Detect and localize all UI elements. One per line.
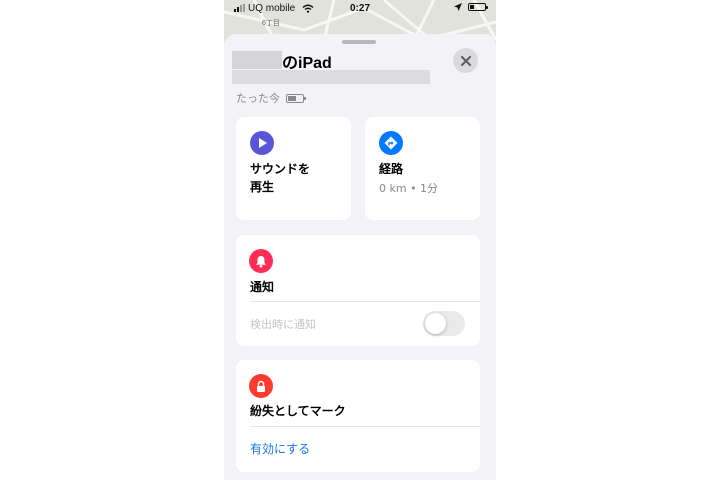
redacted-location <box>232 70 430 84</box>
last-seen-row: たった今 <box>236 90 306 106</box>
play-sound-label-line2: 再生 <box>250 180 275 194</box>
close-button[interactable] <box>453 48 478 73</box>
play-sound-card[interactable]: サウンドを 再生 <box>236 117 351 220</box>
lock-icon <box>249 374 273 398</box>
location-arrow-icon <box>454 3 462 11</box>
play-sound-label-line1: サウンドを <box>250 162 311 176</box>
notify-when-found-label: 検出時に通知 <box>250 318 316 331</box>
screenshot-stage: 6丁目 UQ mobile 0:27 のiPad たった今 サウンドを 再生 経… <box>0 0 720 480</box>
lost-mode-card: 紛失としてマーク 有効にする <box>236 360 480 472</box>
redacted-owner-name <box>232 51 282 69</box>
status-right-group <box>454 3 488 11</box>
notifications-title: 通知 <box>250 280 275 294</box>
play-icon <box>250 131 274 155</box>
last-seen-timestamp: たった今 <box>236 92 280 105</box>
sheet-grabber[interactable] <box>342 40 376 44</box>
battery-icon <box>468 3 488 11</box>
close-icon <box>460 55 471 66</box>
bell-icon <box>249 249 273 273</box>
lost-mode-title: 紛失としてマーク <box>250 404 346 418</box>
phone-screen: 6丁目 UQ mobile 0:27 のiPad たった今 サウンドを 再生 経… <box>224 0 496 480</box>
lost-mode-divider <box>250 426 480 427</box>
notify-when-found-toggle[interactable] <box>423 311 465 336</box>
device-detail-sheet: のiPad たった今 サウンドを 再生 経路 0 km • 1分 通知 検出時に… <box>224 34 496 480</box>
map-district-label: 6丁目 <box>262 20 280 27</box>
directions-card[interactable]: 経路 0 km • 1分 <box>365 117 480 220</box>
directions-label: 経路 <box>379 162 404 176</box>
toggle-knob <box>425 313 446 334</box>
play-sound-label: サウンドを 再生 <box>250 160 310 196</box>
notifications-divider <box>250 301 480 302</box>
enable-lost-mode-link[interactable]: 有効にする <box>250 440 310 457</box>
directions-arrow-icon <box>379 131 403 155</box>
device-battery-icon <box>286 93 306 103</box>
status-bar: UQ mobile 0:27 <box>224 0 496 18</box>
directions-detail: 0 km • 1分 <box>379 182 439 195</box>
notifications-card: 通知 検出時に通知 <box>236 235 480 346</box>
